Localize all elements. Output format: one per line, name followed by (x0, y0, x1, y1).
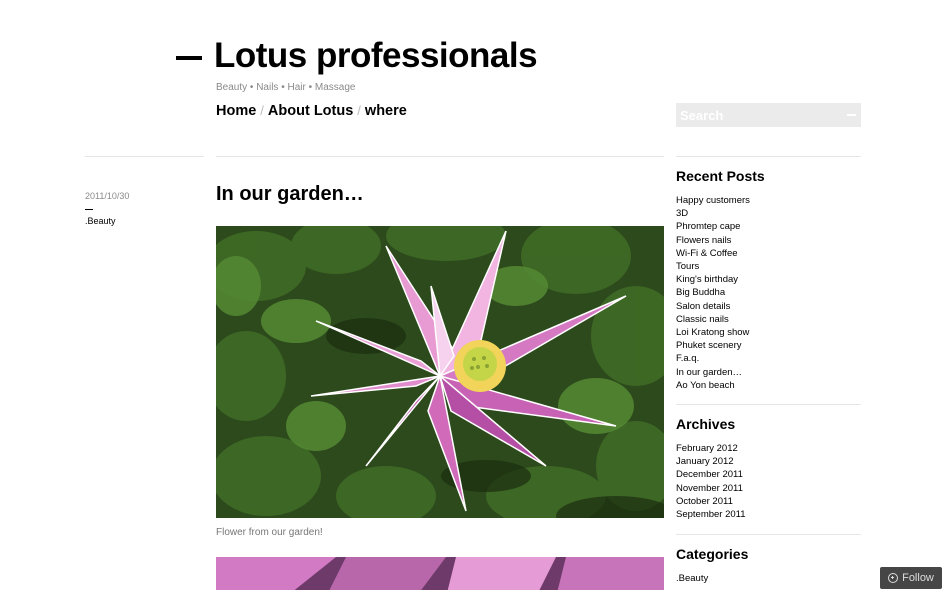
recent-post-link[interactable]: Phuket scenery (676, 340, 741, 351)
recent-post-link[interactable]: In our garden… (676, 367, 742, 378)
list-item: F.a.q. (676, 352, 750, 365)
second-flower-image (216, 557, 664, 590)
recent-post-link[interactable]: Loi Kratong show (676, 327, 749, 338)
post-meta: 2011/10/30 .Beauty (85, 190, 129, 228)
list-item: January 2012 (676, 455, 746, 468)
search-submit-icon[interactable] (847, 114, 856, 116)
archive-link[interactable]: December 2011 (676, 469, 743, 480)
site-tagline: Beauty • Nails • Hair • Massage (216, 82, 356, 93)
recent-post-link[interactable]: 3D (676, 208, 688, 219)
search-input[interactable] (676, 103, 836, 127)
recent-post-link[interactable]: King's birthday (676, 274, 738, 285)
list-item: Loi Kratong show (676, 326, 750, 339)
recent-post-link[interactable]: Ao Yon beach (676, 380, 735, 391)
recent-post-link[interactable]: Wi-Fi & Coffee (676, 248, 738, 259)
list-item: Phromtep cape (676, 220, 750, 233)
archive-link[interactable]: October 2011 (676, 496, 733, 507)
recent-posts-list: Happy customers 3D Phromtep cape Flowers… (676, 194, 750, 392)
post-date: 2011/10/30 (85, 191, 130, 201)
meta-dash (85, 209, 93, 210)
recent-post-link[interactable]: Salon details (676, 301, 730, 312)
archive-link[interactable]: January 2012 (676, 456, 734, 467)
post-image-lotus[interactable] (216, 226, 664, 518)
divider-sidebar-archives (676, 404, 861, 405)
nav-separator: / (357, 103, 361, 118)
list-item: 3D (676, 207, 750, 220)
list-item: Phuket scenery (676, 339, 750, 352)
site-title[interactable]: Lotus professionals (176, 34, 538, 78)
follow-label: Follow (902, 572, 934, 584)
list-item: Big Buddha (676, 286, 750, 299)
nav-item-home[interactable]: Home (216, 102, 256, 120)
list-item: Flowers nails (676, 234, 750, 247)
list-item: November 2011 (676, 482, 746, 495)
follow-button[interactable]: Follow (880, 567, 942, 589)
divider-left (85, 156, 204, 157)
search-box (676, 103, 861, 127)
divider-main (216, 156, 664, 157)
list-item: Wi-Fi & Coffee (676, 247, 750, 260)
title-dash (176, 56, 202, 60)
recent-posts-heading: Recent Posts (676, 168, 765, 184)
recent-post-link[interactable]: Happy customers (676, 195, 750, 206)
recent-post-link[interactable]: Flowers nails (676, 235, 731, 246)
recent-post-link[interactable]: F.a.q. (676, 353, 699, 364)
nav-item-where[interactable]: where (365, 102, 407, 120)
categories-heading: Categories (676, 546, 749, 562)
recent-post-link[interactable]: Classic nails (676, 314, 729, 325)
list-item: Happy customers (676, 194, 750, 207)
divider-sidebar (676, 156, 861, 157)
divider-sidebar-categories (676, 534, 861, 535)
list-item: September 2011 (676, 508, 746, 521)
categories-list: .Beauty (676, 572, 708, 585)
list-item: October 2011 (676, 495, 746, 508)
list-item: In our garden… (676, 366, 750, 379)
list-item: Classic nails (676, 313, 750, 326)
category-link[interactable]: .Beauty (676, 573, 708, 584)
list-item: February 2012 (676, 442, 746, 455)
archives-heading: Archives (676, 416, 736, 432)
list-item: December 2011 (676, 468, 746, 481)
post-image-second[interactable] (216, 557, 664, 590)
nav-separator: / (260, 103, 264, 118)
recent-post-link[interactable]: Big Buddha (676, 287, 725, 298)
list-item: Ao Yon beach (676, 379, 750, 392)
list-item: Salon details (676, 300, 750, 313)
lotus-flower-image (216, 226, 664, 518)
site-title-text[interactable]: Lotus professionals (214, 34, 538, 78)
post-category-link[interactable]: .Beauty (85, 216, 116, 226)
list-item: .Beauty (676, 572, 708, 585)
archives-list: February 2012 January 2012 December 2011… (676, 442, 746, 521)
archive-link[interactable]: November 2011 (676, 483, 743, 494)
main-nav: Home / About Lotus / where (216, 102, 407, 120)
list-item: Tours (676, 260, 750, 273)
recent-post-link[interactable]: Tours (676, 261, 699, 272)
nav-item-about-lotus[interactable]: About Lotus (268, 102, 353, 120)
image-caption: Flower from our garden! (216, 527, 323, 538)
plus-icon (888, 573, 899, 583)
recent-post-link[interactable]: Phromtep cape (676, 221, 740, 232)
archive-link[interactable]: September 2011 (676, 509, 746, 520)
list-item: King's birthday (676, 273, 750, 286)
archive-link[interactable]: February 2012 (676, 443, 738, 454)
post-title[interactable]: In our garden… (216, 182, 364, 206)
